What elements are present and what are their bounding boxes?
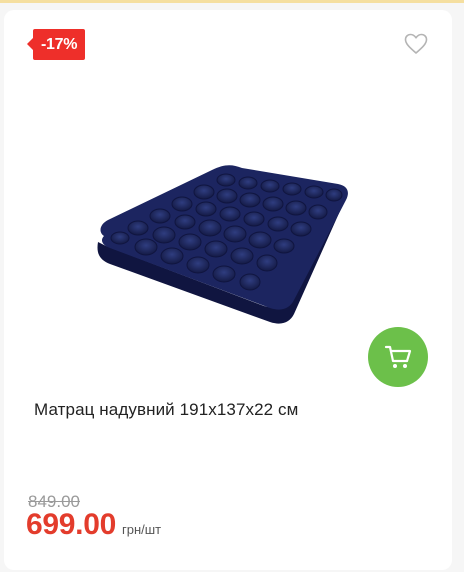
product-title[interactable]: Матрац надувний 191x137x22 см	[34, 400, 298, 420]
top-accent-line	[0, 0, 464, 3]
current-price: 699.00	[26, 508, 116, 541]
shopping-cart-icon	[384, 345, 412, 368]
product-image-air-mattress[interactable]	[92, 150, 352, 325]
discount-badge: -17%	[26, 29, 86, 60]
wishlist-heart-icon[interactable]	[404, 33, 428, 55]
price-unit: грн/шт	[121, 522, 162, 537]
add-to-cart-button[interactable]	[368, 327, 428, 387]
price-row: 699.00 грн/шт	[26, 508, 161, 542]
